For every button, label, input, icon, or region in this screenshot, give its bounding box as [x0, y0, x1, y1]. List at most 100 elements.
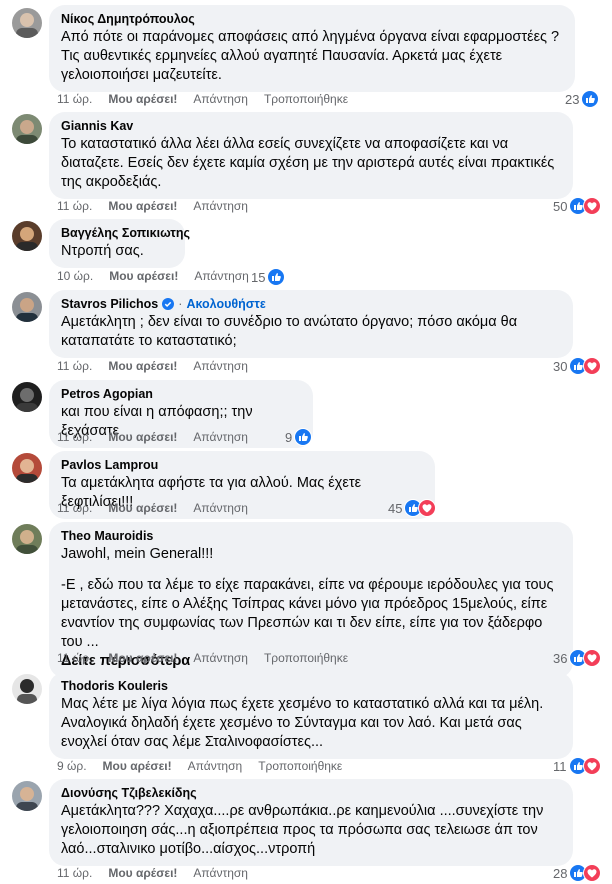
- comment-actions: 10 ώρ. Μου αρέσει! Απάντηση: [57, 268, 265, 284]
- follow-button[interactable]: Ακολουθήστε: [186, 296, 265, 312]
- reaction-count: 23: [565, 91, 580, 107]
- comment-actions: 11 ώρ. Μου αρέσει! Απάντηση: [57, 198, 264, 214]
- love-reaction-icon: [583, 864, 602, 882]
- comment-bubble: Νίκος Δημητρόπουλος Από πότε οι παράνομε…: [49, 5, 575, 92]
- reaction-summary[interactable]: 45: [388, 499, 437, 517]
- comment-time[interactable]: 11 ώρ.: [57, 501, 92, 515]
- reaction-count: 45: [388, 500, 403, 516]
- love-reaction-icon: [582, 757, 601, 775]
- reaction-summary[interactable]: 50: [553, 197, 602, 215]
- reply-button[interactable]: Απάντηση: [193, 866, 248, 880]
- comment-text: Το καταστατικό άλλα λέει άλλα εσείς συνε…: [61, 136, 555, 190]
- avatar[interactable]: [12, 8, 42, 38]
- reaction-summary[interactable]: 30: [553, 357, 602, 375]
- comment-text: Μας λέτε με λίγα λόγια πως έχετε χεσμένο…: [61, 696, 544, 750]
- comment-actions: 11 ώρ. Μου αρέσει! Απάντηση: [57, 865, 264, 881]
- comment-author[interactable]: Petros Agopian: [61, 386, 301, 402]
- reaction-summary[interactable]: 9: [285, 428, 313, 446]
- reaction-count: 11: [553, 758, 567, 774]
- reaction-summary[interactable]: 15: [251, 268, 286, 286]
- comment-author[interactable]: Thodoris Kouleris: [61, 678, 561, 694]
- comment-actions: 11 ώρ. Μου αρέσει! Απάντηση: [57, 429, 264, 445]
- avatar[interactable]: [12, 221, 42, 251]
- comment-time[interactable]: 10 ώρ.: [57, 269, 93, 283]
- comment-author[interactable]: Νίκος Δημητρόπουλος: [61, 11, 563, 27]
- comment-bubble: Βαγγέλης Σοπικιωτης Ντροπή σας.: [49, 219, 190, 268]
- avatar[interactable]: [12, 453, 42, 483]
- separator-dot: ·: [178, 297, 183, 311]
- like-reaction-icon: [581, 90, 600, 108]
- reply-button[interactable]: Απάντηση: [193, 501, 248, 515]
- comment-time[interactable]: 11 ώρ.: [57, 92, 92, 106]
- reaction-count: 28: [553, 865, 568, 881]
- avatar[interactable]: [12, 114, 42, 144]
- love-reaction-icon: [583, 357, 602, 375]
- like-button[interactable]: Μου αρέσει!: [108, 199, 177, 213]
- verified-badge-icon: [162, 298, 175, 310]
- comment-bubble: Giannis Kav Το καταστατικό άλλα λέει άλλ…: [49, 112, 573, 199]
- comment-actions: 9 ώρ. Μου αρέσει! Απάντηση Τροποποιήθηκε: [57, 758, 358, 774]
- love-reaction-icon: [583, 197, 602, 215]
- reaction-count: 36: [553, 650, 568, 666]
- like-button[interactable]: Μου αρέσει!: [108, 651, 177, 665]
- reaction-count: 15: [251, 269, 266, 285]
- comment-actions: 11 ώρ. Μου αρέσει! Απάντηση Τροποποιήθηκ…: [57, 91, 364, 107]
- comment-time[interactable]: 11 ώρ.: [57, 359, 92, 373]
- like-button[interactable]: Μου αρέσει!: [103, 759, 172, 773]
- edited-label: Τροποποιήθηκε: [263, 92, 349, 106]
- like-button[interactable]: Μου αρέσει!: [108, 359, 177, 373]
- love-reaction-icon: [583, 649, 602, 667]
- reaction-count: 9: [285, 429, 293, 445]
- comment-author-row: Stavros Pilichos · Ακολουθήστε: [61, 296, 561, 312]
- like-reaction-icon: [267, 268, 286, 286]
- reply-button[interactable]: Απάντηση: [193, 359, 248, 373]
- comment-bubble: Διονύσης Τζιβελεκίδης Αμετάκλητα??? Χαχα…: [49, 779, 573, 866]
- comment-text: Ντροπή σας.: [61, 243, 144, 259]
- comment-actions: 11 ώρ. Μου αρέσει! Απάντηση Τροποποιήθηκ…: [57, 650, 364, 666]
- reaction-summary[interactable]: 11: [553, 757, 601, 775]
- comment-actions: 11 ώρ. Μου αρέσει! Απάντηση: [57, 500, 264, 516]
- like-button[interactable]: Μου αρέσει!: [108, 430, 177, 444]
- comment-bubble: Thodoris Kouleris Μας λέτε με λίγα λόγια…: [49, 672, 573, 759]
- comment-time[interactable]: 11 ώρ.: [57, 651, 92, 665]
- reply-button[interactable]: Απάντηση: [193, 92, 248, 106]
- like-button[interactable]: Μου αρέσει!: [108, 92, 177, 106]
- comment-text: Αμετάκλητη ; δεν είναι το συνέδριο το αν…: [61, 314, 518, 349]
- avatar[interactable]: [12, 781, 42, 811]
- avatar[interactable]: [12, 382, 42, 412]
- love-reaction-icon: [418, 499, 437, 517]
- reaction-summary[interactable]: 23: [565, 90, 600, 108]
- reaction-summary[interactable]: 28: [553, 864, 602, 882]
- reply-button[interactable]: Απάντηση: [188, 759, 243, 773]
- reaction-count: 50: [553, 198, 568, 214]
- comment-time[interactable]: 11 ώρ.: [57, 430, 92, 444]
- comment-author[interactable]: Διονύσης Τζιβελεκίδης: [61, 785, 561, 801]
- reply-button[interactable]: Απάντηση: [193, 651, 248, 665]
- avatar[interactable]: [12, 292, 42, 322]
- like-button[interactable]: Μου αρέσει!: [108, 866, 177, 880]
- comment-author[interactable]: Stavros Pilichos: [61, 296, 158, 312]
- comment-time[interactable]: 9 ώρ.: [57, 759, 87, 773]
- comment-author[interactable]: Giannis Kav: [61, 118, 561, 134]
- comment-time[interactable]: 11 ώρ.: [57, 866, 92, 880]
- reaction-summary[interactable]: 36: [553, 649, 602, 667]
- avatar[interactable]: [12, 674, 42, 704]
- reply-button[interactable]: Απάντηση: [194, 269, 249, 283]
- comment-author[interactable]: Pavlos Lamprou: [61, 457, 423, 473]
- like-reaction-icon: [294, 428, 313, 446]
- reply-button[interactable]: Απάντηση: [193, 430, 248, 444]
- edited-label: Τροποποιήθηκε: [263, 651, 349, 665]
- like-button[interactable]: Μου αρέσει!: [108, 501, 177, 515]
- avatar[interactable]: [12, 524, 42, 554]
- comment-bubble: Stavros Pilichos · Ακολουθήστε Αμετάκλητ…: [49, 290, 573, 358]
- reaction-count: 30: [553, 358, 568, 374]
- comment-author[interactable]: Βαγγέλης Σοπικιωτης: [61, 225, 190, 241]
- comment-time[interactable]: 11 ώρ.: [57, 199, 92, 213]
- comment-text: Από πότε οι παράνομες αποφάσεις από ληγμ…: [61, 29, 560, 83]
- comment-text: Αμετάκλητα??? Χαχαχα....ρε ανθρωπάκια..ρ…: [61, 803, 544, 857]
- reply-button[interactable]: Απάντηση: [193, 199, 248, 213]
- like-button[interactable]: Μου αρέσει!: [109, 269, 178, 283]
- comment-author[interactable]: Theo Mauroidis: [61, 528, 561, 544]
- edited-label: Τροποποιήθηκε: [258, 759, 343, 773]
- comment-actions: 11 ώρ. Μου αρέσει! Απάντηση: [57, 358, 264, 374]
